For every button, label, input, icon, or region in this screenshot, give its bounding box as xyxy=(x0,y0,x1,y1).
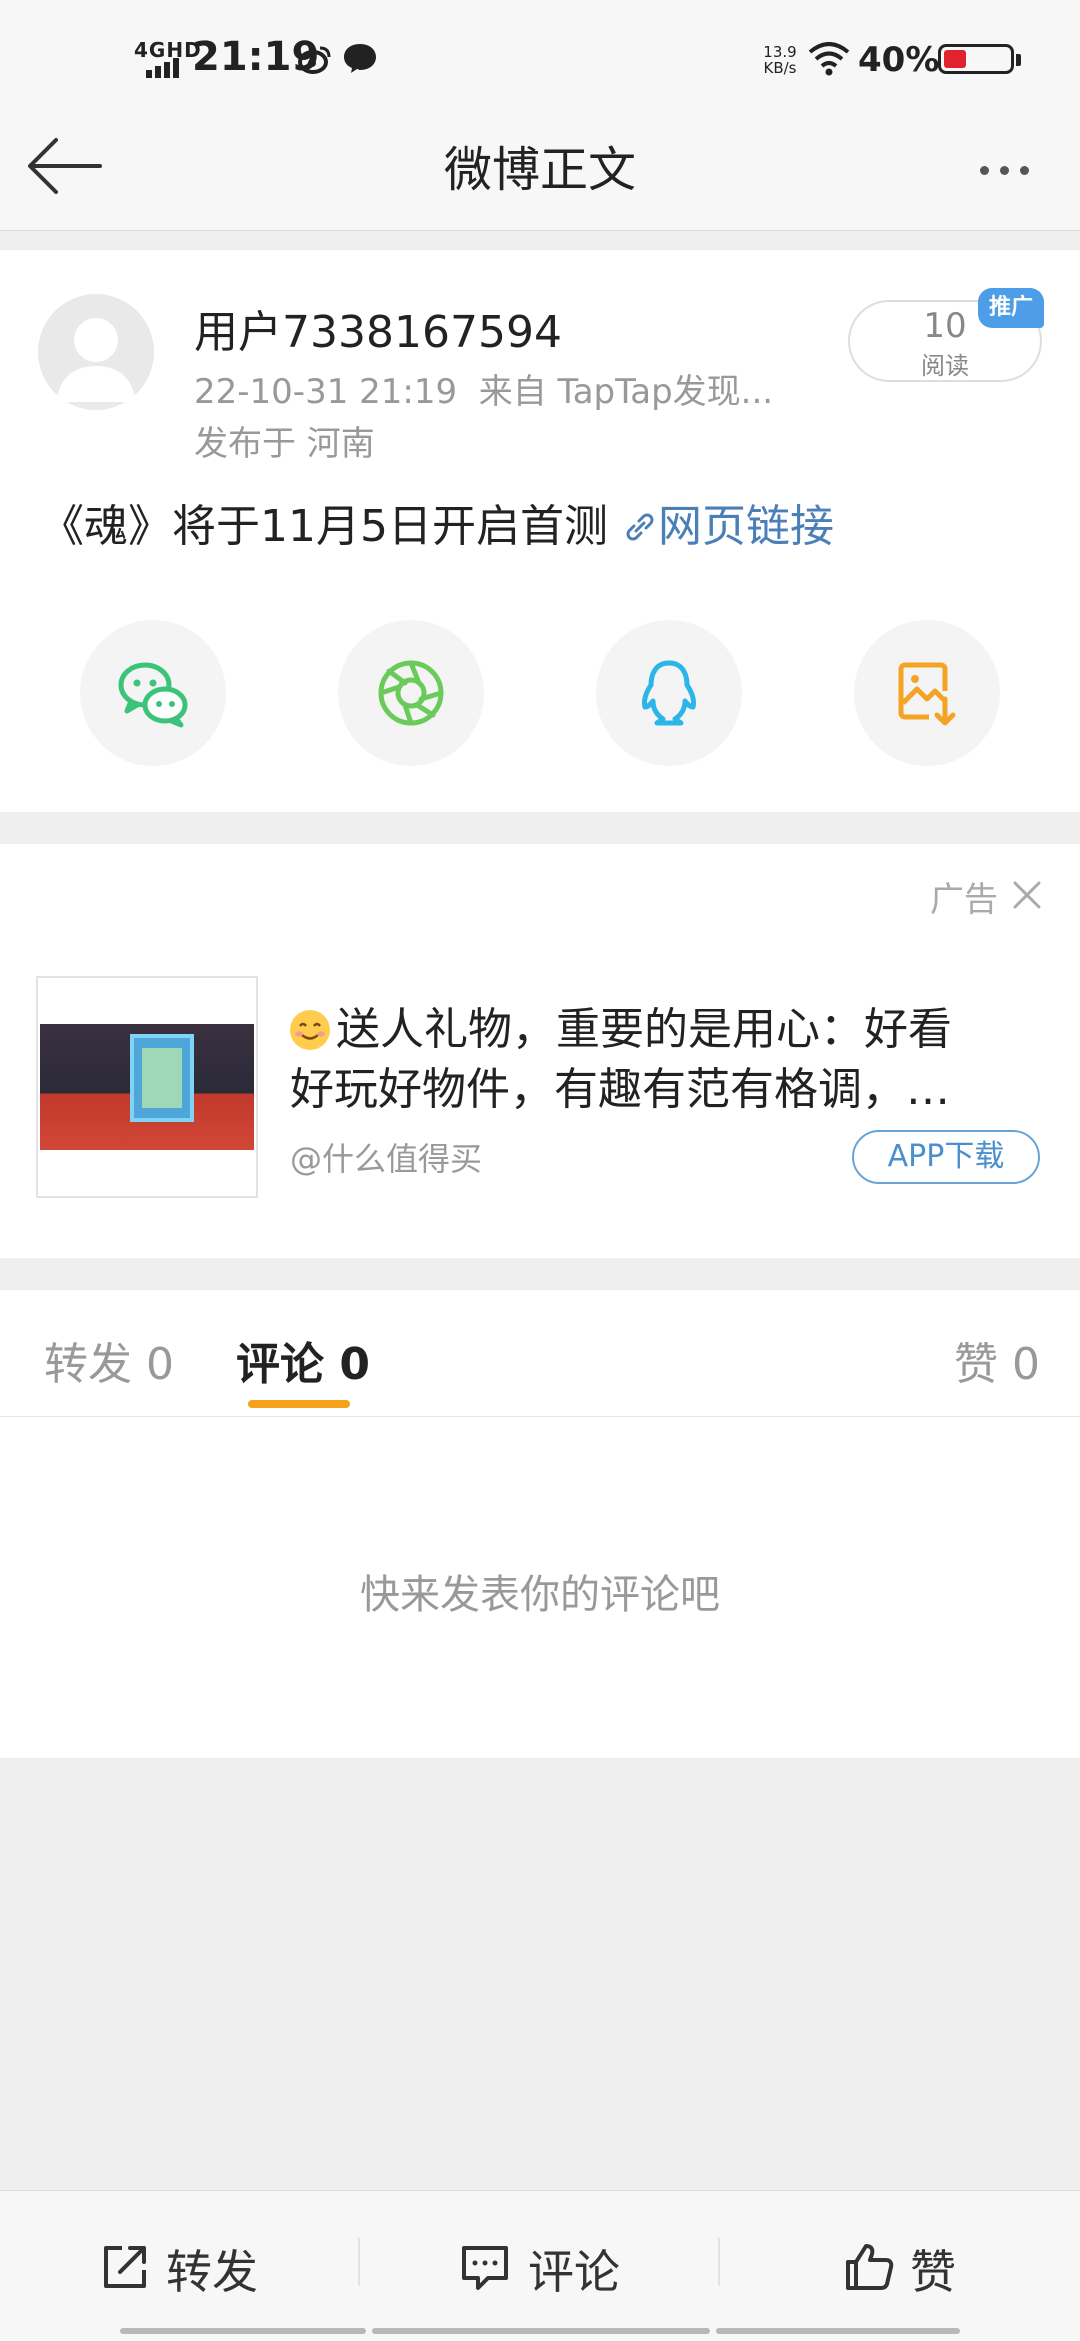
share-wechat-button[interactable] xyxy=(80,620,226,766)
moments-icon xyxy=(378,660,444,726)
empty-comments-hint: 快来发表你的评论吧 xyxy=(360,1572,720,1618)
post-location: 发布于 河南 xyxy=(194,424,375,464)
post-content: 《魂》将于11月5日开启首测 网页链接 xyxy=(40,490,834,554)
battery-icon xyxy=(938,44,1014,74)
close-icon[interactable] xyxy=(1012,880,1042,910)
tab-like[interactable]: 赞 0 xyxy=(954,1328,1040,1392)
comment-icon xyxy=(462,2246,508,2290)
post-source[interactable]: 来自 TapTap发现... xyxy=(479,372,773,412)
comment-label[interactable]: 评论 xyxy=(528,2236,620,2302)
post-text: 《魂》将于11月5日开启首测 xyxy=(40,501,622,552)
wechat-icon xyxy=(118,662,188,728)
network-speed-value: 13.9 xyxy=(763,43,797,61)
gesture-bar-right xyxy=(716,2328,960,2334)
page-title: 微博正文 xyxy=(443,142,636,198)
smile-face xyxy=(295,1022,325,1040)
post-meta: 22-10-31 21:19 来自 TapTap发现... xyxy=(194,364,773,413)
username[interactable]: 用户7338167594 xyxy=(194,296,562,360)
web-link-text: 网页链接 xyxy=(657,501,834,552)
ad-image-product-inner xyxy=(142,1048,182,1108)
battery-level xyxy=(944,50,966,68)
more-dot xyxy=(980,166,989,175)
thumbs-up-icon xyxy=(846,2244,894,2290)
message-notification-icon xyxy=(344,44,376,73)
avatar[interactable] xyxy=(38,294,154,410)
signal-icon xyxy=(146,58,179,78)
read-label: 阅读 xyxy=(921,352,969,380)
bottom-separator xyxy=(358,2238,360,2286)
more-dot xyxy=(1020,166,1029,175)
battery-percent: 40% xyxy=(858,40,940,80)
share-moments-button[interactable] xyxy=(338,620,484,766)
ad-tag: 广告 xyxy=(930,880,998,920)
qq-icon xyxy=(642,660,696,726)
tab-divider xyxy=(0,1416,1080,1417)
smile-emoji-icon xyxy=(290,1010,330,1050)
bottom-separator xyxy=(718,2238,720,2286)
ad-title-line1[interactable]: 送人礼物，重要的是用心：好看 xyxy=(336,1000,1036,1060)
battery-cap xyxy=(1016,54,1021,66)
save-image-button[interactable] xyxy=(854,620,1000,766)
gesture-bar-left xyxy=(120,2328,366,2334)
network-speed-unit: KB/s xyxy=(763,59,797,77)
gesture-bar-center xyxy=(372,2328,710,2334)
repost-label[interactable]: 转发 xyxy=(166,2236,258,2302)
share-qq-button[interactable] xyxy=(596,620,742,766)
like-label[interactable]: 赞 xyxy=(910,2236,956,2302)
wifi-icon xyxy=(808,42,850,76)
web-link[interactable]: 网页链接 xyxy=(622,501,834,552)
tab-active-indicator xyxy=(248,1400,350,1408)
ad-title-line2[interactable]: 好玩好物件，有趣有范有格调，… xyxy=(290,1060,1030,1120)
tab-repost[interactable]: 转发 0 xyxy=(44,1328,174,1392)
promo-badge: 推广 xyxy=(978,288,1044,328)
tab-comment[interactable]: 评论 0 xyxy=(236,1328,370,1392)
weibo-notification-icon xyxy=(298,46,331,74)
more-options-icon[interactable] xyxy=(980,160,1040,179)
default-avatar-icon xyxy=(56,318,136,402)
post-timestamp: 22-10-31 21:19 xyxy=(194,372,458,412)
repost-icon xyxy=(104,2246,146,2288)
app-download-button[interactable]: APP下载 xyxy=(852,1130,1040,1184)
link-icon xyxy=(626,513,654,541)
save-image-icon xyxy=(898,662,956,726)
more-dot xyxy=(1000,166,1009,175)
ad-source: @什么值得买 xyxy=(290,1140,483,1178)
network-speed: 13.9 KB/s xyxy=(760,44,800,76)
